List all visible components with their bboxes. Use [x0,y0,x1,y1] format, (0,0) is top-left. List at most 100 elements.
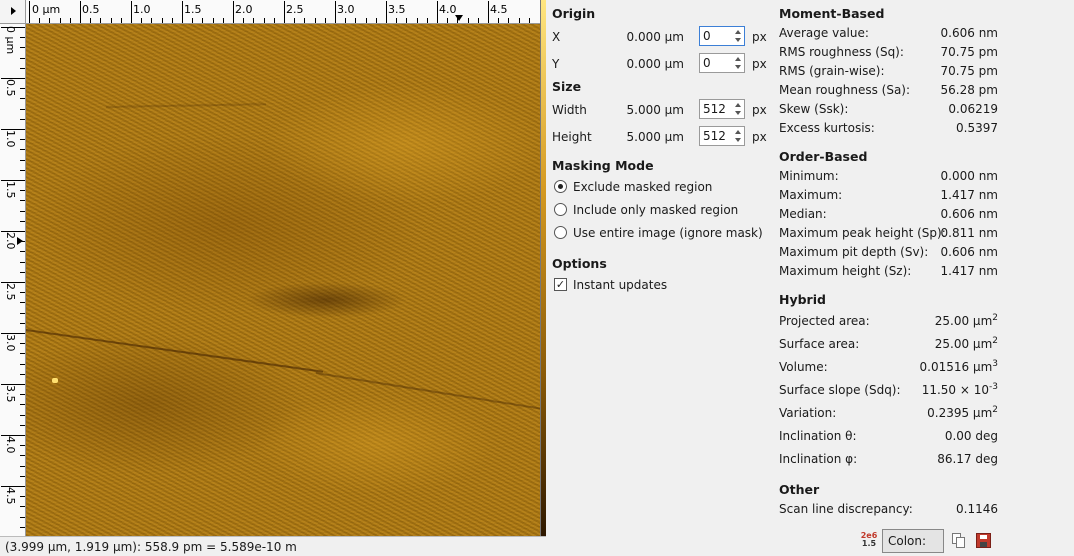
origin-y-spinner[interactable]: 0 [699,53,745,73]
hybrid-heading: Hybrid [779,292,826,307]
h-ruler-label: 1.5 [184,3,202,16]
size-width-spinner-value: 512 [703,102,726,116]
v-ruler-tick [1,486,25,487]
v-ruler-tick [20,261,25,263]
save-icon[interactable] [976,533,991,548]
stat-value: 0.000 nm [940,169,998,183]
v-ruler-tick [20,220,25,222]
stat-value: 25.00 μm2 [934,313,998,329]
v-ruler-tick [20,394,25,396]
origin-y-spinner-value: 0 [703,56,711,70]
v-ruler-tick [20,302,25,304]
h-ruler-tick [416,18,418,23]
number-format-icon[interactable]: 2e6 1.5 [860,532,878,550]
stat-label: Minimum: [779,169,839,183]
v-ruler-tick [20,149,25,151]
v-ruler-tick [1,78,25,79]
stat-value: 0.606 nm [940,26,998,40]
h-ruler-tick [100,18,102,23]
stat-value: 0.606 nm [940,207,998,221]
menu-arrow-icon [11,7,16,15]
h-ruler-tick [202,18,204,23]
spinner-arrows-icon[interactable] [733,55,743,71]
h-ruler-label: 1.0 [133,3,151,16]
stat-label: Maximum: [779,188,843,202]
mask-ignore-label[interactable]: Use entire image (ignore mask) [573,226,763,240]
h-ruler-label: 4.5 [490,3,508,16]
h-ruler-label: 0 μm [32,3,61,16]
options-heading: Options [552,256,607,271]
size-height-value: 5.000 μm [626,130,685,144]
h-ruler-tick [273,18,275,23]
h-ruler-tick [324,18,326,23]
v-ruler-label: 1.5 [4,181,17,199]
v-ruler-tick [20,108,25,110]
mask-exclude-radio[interactable] [554,180,567,193]
h-ruler-tick [29,1,30,23]
h-ruler-tick [375,18,377,23]
v-ruler-tick [1,282,25,283]
instant-updates-label[interactable]: Instant updates [573,278,667,292]
v-ruler-label: 4.5 [4,487,17,505]
h-ruler-tick [171,18,173,23]
mask-exclude-label[interactable]: Exclude masked region [573,180,712,194]
stat-value: 0.1146 [956,502,998,516]
statistics-panel: Moment-Based Average value: 0.606 nm RMS… [779,0,1074,556]
v-ruler-tick [20,169,25,171]
mask-include-label[interactable]: Include only masked region [573,203,738,217]
cursor-x-marker-icon [455,15,463,21]
copy-icon[interactable] [952,533,966,549]
stat-label: Inclination φ: [779,452,858,466]
stat-label: Volume: [779,360,828,374]
mask-include-radio[interactable] [554,203,567,216]
vertical-ruler: 0 μm 0.5 1.0 1.5 2.0 2.5 3.0 3.5 4.0 4.5 [0,24,26,536]
stat-value: 86.17 deg [937,452,998,466]
size-width-unit: px [752,103,767,117]
origin-heading: Origin [552,6,596,21]
spinner-arrows-icon[interactable] [733,128,743,144]
spinner-arrows-icon[interactable] [733,101,743,117]
separator-style-button[interactable]: Colon: [882,529,944,553]
size-width-value: 5.000 μm [626,103,685,117]
ruler-corner-menu-button[interactable] [0,0,26,24]
h-ruler-tick [80,1,81,23]
afm-height-image[interactable] [26,24,540,536]
h-ruler-tick [59,18,61,23]
stat-value: 1.417 nm [940,188,998,202]
h-ruler-tick [294,18,296,23]
stat-label: Maximum peak height (Sp): [779,226,946,240]
origin-x-label: X [552,30,561,44]
moment-based-heading: Moment-Based [779,6,885,21]
size-width-spinner[interactable]: 512 [699,99,745,119]
surface-scratch [315,372,540,410]
instant-updates-checkbox[interactable]: ✓ [554,278,567,291]
h-ruler-tick [426,18,428,23]
h-ruler-tick [508,18,510,23]
v-ruler-tick [20,312,25,314]
stat-value: 0.2395 μm2 [927,405,998,421]
origin-x-spinner[interactable]: 0 [699,26,745,46]
h-ruler-tick [528,18,530,23]
v-ruler-tick [1,231,25,232]
h-ruler-tick [345,18,347,23]
mask-ignore-radio[interactable] [554,226,567,239]
v-ruler-tick [1,129,25,130]
stat-label: Average value: [779,26,869,40]
h-ruler-label: 2.5 [286,3,304,16]
size-height-spinner[interactable]: 512 [699,126,745,146]
v-ruler-tick [20,57,25,59]
v-ruler-tick [20,200,25,202]
h-ruler-tick [212,18,214,23]
v-ruler-tick [20,445,25,447]
v-ruler-tick [1,180,25,181]
h-ruler-tick [192,18,194,23]
stat-value: 0.811 nm [940,226,998,240]
image-viewer: 0 μm 0.5 1.0 1.5 2.0 2.5 3.0 3.5 4.0 4.5… [0,0,546,556]
parameters-panel: Origin X 0.000 μm 0 px Y 0.000 μm 0 px S… [552,0,774,556]
h-ruler-tick [243,18,245,23]
spinner-arrows-icon[interactable] [733,28,743,44]
export-toolbar: 2e6 1.5 Colon: [858,529,1074,553]
h-ruler-tick [467,18,469,23]
v-ruler-label: 4.0 [4,436,17,454]
v-ruler-label: 2.0 [4,232,17,250]
